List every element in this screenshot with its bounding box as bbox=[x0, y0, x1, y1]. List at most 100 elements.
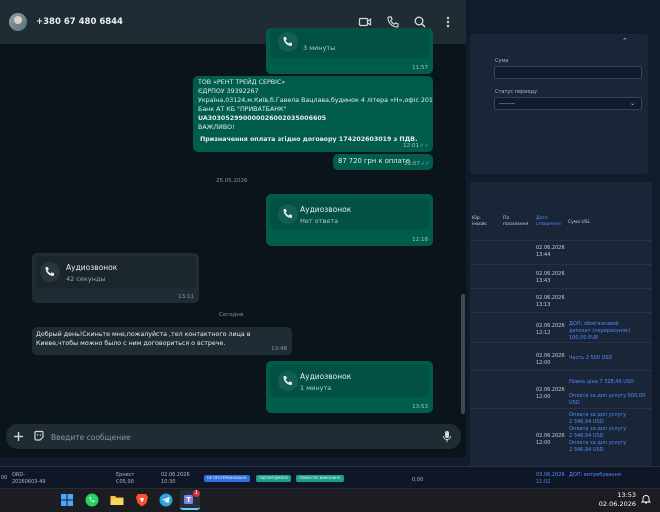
call-duration: 1 минута bbox=[300, 384, 332, 392]
outgoing-call-icon bbox=[278, 371, 298, 391]
message-text-line: Україна,03124,м.Київ,б.Гавела Вацлава,бу… bbox=[198, 97, 433, 104]
row-time: 10:30 bbox=[161, 479, 176, 485]
message-text-line: ЄДРПОУ 39392267 bbox=[198, 88, 259, 95]
row-link[interactable]: ДОП: обов'язковий bbox=[569, 321, 651, 328]
clock-date[interactable]: 02.06.2026 bbox=[594, 500, 636, 508]
notification-badge: 1 bbox=[193, 490, 200, 497]
composer-area bbox=[0, 418, 466, 457]
table-row[interactable]: 02.06.2026 13:43 bbox=[470, 264, 652, 288]
status-badge-completed: ПОВНІСТЮ ВИКОНАНО bbox=[296, 475, 344, 482]
row-link[interactable]: ДОП: витребування bbox=[569, 472, 621, 478]
column-header-sum-usl[interactable]: Сума USL bbox=[568, 220, 590, 226]
row-date: 02.06.2026 bbox=[536, 245, 565, 251]
row-link[interactable]: 2 346,94 USD bbox=[569, 433, 651, 440]
call-duration: 3 минуты bbox=[303, 44, 336, 52]
table-row[interactable]: 02.06.2026 12:12 ДОП: обов'язковий депоз… bbox=[470, 312, 652, 342]
table-row[interactable]: 02.06.2026 12:00 Оплата за доп услугу 2 … bbox=[470, 408, 652, 464]
call-card: 3 минуты bbox=[270, 28, 429, 58]
table-row[interactable]: 02.06.2026 13:44 bbox=[470, 240, 652, 264]
row-link[interactable]: Повна ціна 7 328,49 USD bbox=[569, 379, 651, 386]
read-receipt-icon: ✓✓ bbox=[419, 143, 429, 149]
row-link[interactable]: Оплата за доп услугу 600,00 USD bbox=[569, 393, 651, 407]
telegram-icon[interactable] bbox=[157, 491, 175, 509]
avatar[interactable] bbox=[9, 13, 27, 31]
column-header-created-date[interactable]: Дата створення bbox=[536, 216, 564, 228]
table-row[interactable]: 02.06.2026 13:13 bbox=[470, 288, 652, 312]
status-select[interactable]: --------- bbox=[494, 97, 642, 110]
more-options-icon[interactable] bbox=[441, 15, 455, 29]
message-bubble-outgoing-call[interactable]: 3 минуты 11:57 bbox=[266, 28, 433, 74]
sticker-icon[interactable] bbox=[33, 430, 45, 442]
column-header-payment-link[interactable]: Пл. посилання bbox=[503, 216, 533, 228]
plus-icon[interactable] bbox=[13, 431, 24, 442]
message-bubble-outgoing-call[interactable]: Аудиозвонок 1 минута 13:53 bbox=[266, 361, 433, 413]
row-time: 12:00 bbox=[536, 440, 551, 446]
row-time: 13:13 bbox=[536, 302, 551, 308]
message-composer bbox=[6, 424, 461, 449]
table-row[interactable]: 02.06.2026 12:00 Повна ціна 7 328,49 USD… bbox=[470, 370, 652, 408]
video-call-icon[interactable] bbox=[358, 15, 372, 29]
message-time: 13:53 bbox=[412, 404, 428, 410]
row-link[interactable]: 2 346,94 USD bbox=[569, 419, 651, 426]
client-code: С05,00 bbox=[116, 479, 134, 485]
file-explorer-icon[interactable] bbox=[108, 491, 126, 509]
message-text-line: Банк АТ КБ "ПРИВАТБАНК" bbox=[198, 106, 287, 113]
call-card: Аудиозвонок 42 секунды bbox=[36, 256, 195, 288]
table-row[interactable]: 02.06.2026 12:00 Часть 2 500 USD bbox=[470, 342, 652, 370]
message-text: 87 720 грн к оплате bbox=[338, 157, 410, 165]
filter-panel: ⌃ Сума Статус периоду --------- ⌄ bbox=[470, 34, 648, 174]
row-date: 02.06.2026 bbox=[161, 472, 190, 478]
row-time: 12:12 bbox=[536, 330, 551, 336]
notifications-icon[interactable] bbox=[641, 494, 651, 504]
call-title: Аудиозвонок bbox=[300, 372, 352, 381]
message-time: 12:01 bbox=[403, 143, 419, 149]
read-receipt-icon: ✓✓ bbox=[420, 161, 430, 167]
chevron-down-icon: ⌄ bbox=[630, 100, 636, 107]
message-time: 13:48 bbox=[271, 346, 287, 352]
row-link[interactable]: Оплата за доп услугу bbox=[569, 440, 651, 447]
sum-input[interactable] bbox=[494, 66, 642, 79]
microphone-icon[interactable] bbox=[442, 430, 452, 443]
row-link[interactable]: Часть 2 500 USD bbox=[569, 355, 651, 362]
row-link[interactable]: Оплата за доп услугу bbox=[569, 426, 651, 433]
row-link[interactable]: 100,00 EUR bbox=[569, 335, 651, 342]
status-select-value: --------- bbox=[499, 101, 516, 107]
message-bubble-incoming-call[interactable]: Аудиозвонок 42 секунды 13:11 bbox=[32, 253, 199, 303]
row-value: 0,00 bbox=[412, 477, 424, 483]
message-bubble-outgoing-call[interactable]: Аудиозвонок Нет ответа 12:18 bbox=[266, 194, 433, 246]
order-id[interactable]: ORD- bbox=[12, 472, 25, 478]
call-title: Аудиозвонок bbox=[66, 263, 118, 272]
phone-call-icon[interactable] bbox=[386, 15, 400, 29]
sum-label: Сума bbox=[495, 58, 509, 64]
collapse-chevron-icon[interactable]: ⌃ bbox=[622, 37, 628, 45]
order-id-number[interactable]: 20260603-49 bbox=[12, 479, 46, 485]
status-badge-not-expired: НЕ ПРОТЕРМІНОВАНО bbox=[204, 475, 250, 482]
row-link[interactable]: депозит (перерахунок) bbox=[569, 328, 651, 335]
message-bubble-outgoing-details[interactable]: ТОВ «РЕНТ ТРЕЙД СЕРВІС» ЄДРПОУ 39392267 … bbox=[193, 76, 433, 152]
row-date: 03.06.2026 bbox=[536, 472, 565, 478]
row-date: 02.06.2026 bbox=[536, 271, 565, 277]
row-link[interactable]: 2 346,94 USD bbox=[569, 447, 651, 454]
svg-text:T: T bbox=[186, 496, 191, 504]
row-time: 13:43 bbox=[536, 278, 551, 284]
brave-browser-icon[interactable] bbox=[133, 491, 151, 509]
search-icon[interactable] bbox=[413, 15, 427, 29]
row-time: 13:44 bbox=[536, 252, 551, 258]
missed-call-icon bbox=[278, 204, 298, 224]
message-input[interactable] bbox=[51, 431, 431, 443]
row-link[interactable]: Оплата за доп услугу bbox=[569, 412, 651, 419]
chat-scrollbar[interactable] bbox=[461, 294, 465, 414]
teams-app-icon[interactable]: T 1 bbox=[180, 490, 200, 510]
message-text-line: Киеве,чтобы можно было с ним договоритьс… bbox=[36, 340, 226, 347]
message-bubble-incoming-text[interactable]: Добрый день!Скиньте мне,пожалуйста ,тел … bbox=[32, 327, 292, 355]
windows-start-icon[interactable] bbox=[58, 491, 76, 509]
column-header-invoice[interactable]: Юр. інвойс bbox=[472, 216, 494, 228]
message-bubble-outgoing-amount[interactable]: 87 720 грн к оплате 12:07 ✓✓ bbox=[333, 154, 433, 170]
message-text-line: ВАЖЛИВО! bbox=[198, 124, 235, 131]
clock-time[interactable]: 13:53 bbox=[602, 491, 636, 499]
message-time: 13:11 bbox=[178, 294, 194, 300]
row-date: 02.06.2026 bbox=[536, 295, 565, 301]
contact-name[interactable]: +380 67 480 6844 bbox=[36, 17, 123, 27]
whatsapp-app-icon[interactable] bbox=[83, 491, 101, 509]
row-date: 02.06.2026 bbox=[536, 433, 565, 439]
